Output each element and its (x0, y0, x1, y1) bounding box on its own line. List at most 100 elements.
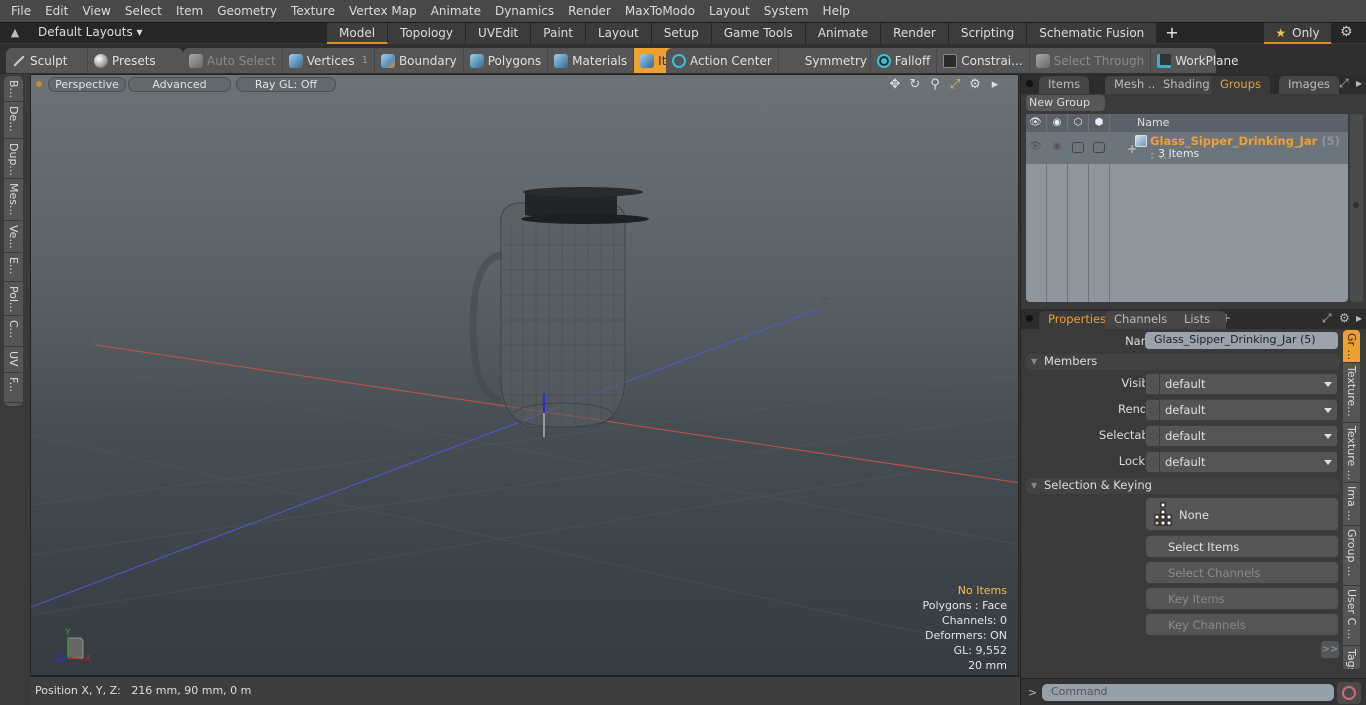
selection-set-none-button[interactable]: None (1145, 497, 1339, 531)
left-tab-5[interactable]: E... (4, 253, 23, 282)
groups-scrollbar[interactable] (1350, 114, 1363, 302)
keyframe-toggle[interactable] (1146, 426, 1160, 446)
menu-maxtomodo[interactable]: MaxToModo (618, 0, 702, 22)
menu-dynamics[interactable]: Dynamics (488, 0, 561, 22)
visible-dropdown[interactable]: default (1145, 373, 1338, 395)
select-toggle[interactable] (1093, 142, 1105, 153)
auto-select-button[interactable]: Auto Select (183, 48, 283, 73)
rotate-icon[interactable]: ↻ (908, 77, 922, 92)
menu-item[interactable]: Item (169, 0, 210, 22)
groups-tab-images[interactable]: Images (1279, 76, 1340, 94)
new-group-button[interactable]: New Group (1026, 95, 1105, 111)
action-center-button[interactable]: Action Center (666, 48, 779, 73)
pan-icon[interactable]: ✥ (888, 77, 902, 92)
name-field[interactable]: Glass_Sipper_Drinking_Jar (5) (1145, 332, 1338, 349)
select-channels-button[interactable]: Select Channels (1145, 561, 1339, 584)
3d-viewport[interactable]: -X -Z Y X Z Perspective Advanced Ray GL:… (30, 74, 1019, 676)
left-tab-1[interactable]: De... (4, 102, 23, 139)
shading-mode-button[interactable]: Advanced (128, 77, 231, 92)
properties-tab-channels[interactable]: Channels (1105, 311, 1177, 329)
properties-tab-properties[interactable]: Properties (1039, 311, 1116, 329)
materials-button[interactable]: Materials (548, 48, 635, 73)
menu-system[interactable]: System (757, 0, 816, 22)
layout-tab-setup[interactable]: Setup (651, 23, 712, 44)
render-dropdown[interactable]: default (1145, 399, 1338, 421)
symmetry-button[interactable]: Symmetry (779, 48, 871, 73)
layout-tab-schematic-fusion[interactable]: Schematic Fusion (1027, 23, 1158, 44)
layout-tab-model[interactable]: Model (327, 23, 389, 44)
command-input[interactable]: Command (1042, 684, 1334, 701)
groups-tab-groups[interactable]: Groups (1211, 76, 1271, 94)
maximize-icon[interactable]: ⤢ (1322, 311, 1332, 326)
panel-more-icon[interactable]: ▸ (1356, 311, 1362, 325)
side-tab-5[interactable]: User C ... (1343, 586, 1360, 646)
boundary-button[interactable]: Boundary (375, 48, 464, 73)
collapse-up-icon[interactable]: ▲ (8, 26, 22, 40)
select-items-button[interactable]: Select Items (1145, 535, 1339, 558)
menu-render[interactable]: Render (561, 0, 618, 22)
expand-more-button[interactable]: >> (1320, 640, 1340, 659)
zoom-icon[interactable]: ⚲ (928, 77, 942, 92)
scroll-knob[interactable] (1353, 202, 1359, 208)
presets-button[interactable]: Presets (88, 48, 162, 73)
raygl-button[interactable]: Ray GL: Off (236, 77, 336, 92)
menu-help[interactable]: Help (816, 0, 857, 22)
fit-view-icon[interactable]: ⤢ (948, 77, 962, 92)
layout-tab-paint[interactable]: Paint (531, 23, 586, 44)
jar-model[interactable] (469, 187, 649, 428)
select-through-button[interactable]: Select Through (1030, 48, 1152, 73)
layout-tab-topology[interactable]: Topology (388, 23, 467, 44)
menu-texture[interactable]: Texture (284, 0, 342, 22)
groups-tab-shading[interactable]: Shading (1154, 76, 1219, 94)
groups-tab-items[interactable]: Items (1039, 76, 1090, 94)
side-tab-1[interactable]: Texture... (1343, 363, 1360, 423)
maximize-icon[interactable]: ⤢ (1339, 76, 1349, 91)
constraints-button[interactable]: Constrai... (937, 48, 1030, 73)
left-tab-0[interactable]: B... (4, 76, 23, 102)
menu-layout[interactable]: Layout (702, 0, 757, 22)
menu-view[interactable]: View (75, 0, 117, 22)
left-tab-7[interactable]: C... (4, 316, 23, 347)
visibility-column-icon[interactable]: 👁 (1029, 117, 1042, 129)
selection-keying-section-header[interactable]: Selection & Keying (1026, 478, 1340, 494)
layout-tab-uvedit[interactable]: UVEdit (466, 23, 532, 44)
keyframe-toggle[interactable] (1146, 452, 1160, 472)
menu-animate[interactable]: Animate (424, 0, 488, 22)
layout-tab-layout[interactable]: Layout (585, 23, 652, 44)
side-tab-4[interactable]: Group ... (1343, 526, 1360, 586)
layout-tab-animate[interactable]: Animate (805, 23, 882, 44)
lock-toggle[interactable] (1072, 142, 1084, 153)
default-layouts-dropdown[interactable]: Default Layouts ▾ (38, 25, 143, 39)
group-row[interactable]: 👁 ◉ + Glass_Sipper_Drinking_Jar (5) : ..… (1026, 132, 1348, 164)
record-macro-button[interactable] (1337, 682, 1361, 704)
members-section-header[interactable]: Members (1026, 354, 1340, 370)
only-filter-button[interactable]: ★ Only (1264, 23, 1331, 44)
workplane-button[interactable]: WorkPlane (1151, 48, 1244, 73)
keyframe-toggle[interactable] (1146, 400, 1160, 420)
locked-dropdown[interactable]: default (1145, 451, 1338, 473)
render-column-icon[interactable]: ◉ (1051, 117, 1063, 129)
render-toggle-icon[interactable]: ◉ (1051, 141, 1063, 153)
layout-tab-render[interactable]: Render (881, 23, 949, 44)
left-tab-2[interactable]: Dup... (4, 139, 23, 179)
view-mode-button[interactable]: Perspective (48, 77, 126, 92)
layout-tab-scripting[interactable]: Scripting (948, 23, 1028, 44)
layout-tab-game-tools[interactable]: Game Tools (711, 23, 806, 44)
selectable-dropdown[interactable]: default (1145, 425, 1338, 447)
name-column-header[interactable]: Name (1137, 116, 1169, 129)
vertices-button[interactable]: Vertices 1 (283, 48, 375, 73)
menu-edit[interactable]: Edit (38, 0, 75, 22)
properties-settings-icon[interactable]: ⚙ (1339, 311, 1350, 325)
side-tab-2[interactable]: Texture ... (1343, 423, 1360, 483)
left-tab-9[interactable]: F... (4, 373, 23, 403)
gear-icon[interactable]: ⚙ (1340, 24, 1353, 40)
key-items-button[interactable]: Key Items (1145, 587, 1339, 610)
side-tab-3[interactable]: Ima ... (1343, 483, 1360, 526)
left-tab-8[interactable]: UV (4, 347, 23, 373)
select-column-icon[interactable]: ⬢ (1093, 117, 1105, 129)
menu-geometry[interactable]: Geometry (210, 0, 284, 22)
lock-column-icon[interactable]: ⬡ (1072, 117, 1084, 129)
falloff-button[interactable]: Falloff (871, 48, 938, 73)
menu-vertex-map[interactable]: Vertex Map (342, 0, 424, 22)
keyframe-toggle[interactable] (1146, 374, 1160, 394)
